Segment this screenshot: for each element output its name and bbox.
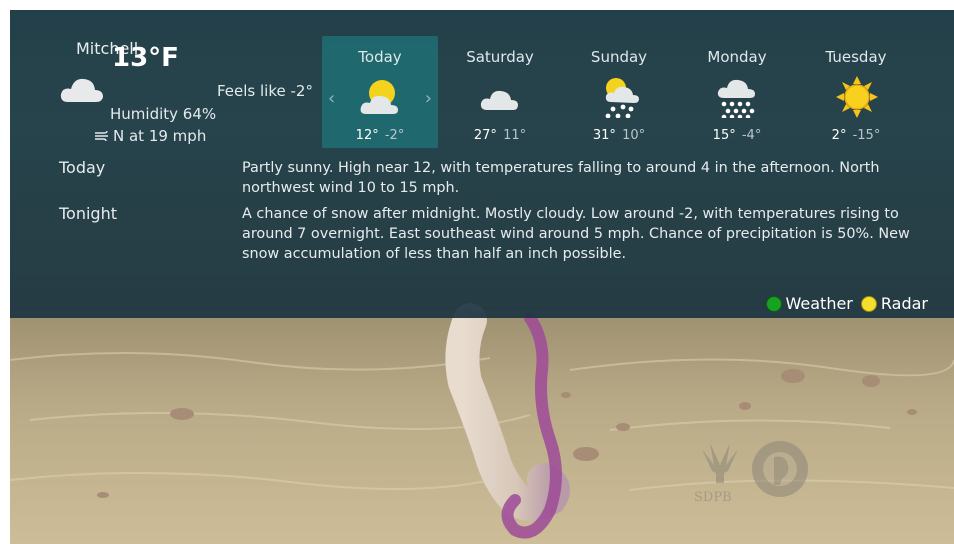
day-temps: 27° 11°: [442, 128, 558, 143]
day-name: Tuesday: [825, 48, 887, 66]
day-high: 2°: [831, 128, 847, 143]
day-card-tuesday[interactable]: Tuesday 2° -15°: [798, 36, 914, 148]
logo-text: SDPB: [694, 490, 732, 505]
day-name: Sunday: [590, 48, 648, 66]
day-card-today[interactable]: Today ‹ › 12° -2°: [322, 36, 438, 148]
humidity: Humidity 64%: [110, 105, 217, 123]
weather-button-label[interactable]: Weather: [786, 294, 853, 313]
station-logo: SDPB: [694, 441, 808, 505]
day-name: Monday: [707, 48, 767, 66]
partly-sunny-icon: [360, 80, 398, 114]
sun-snow-icon: [605, 78, 639, 118]
day-temps: 12° -2°: [322, 128, 438, 143]
day-temps: 31° 10°: [561, 128, 677, 143]
sun-icon: [836, 76, 878, 118]
yellow-button-icon[interactable]: [860, 295, 877, 312]
wind-readout: N at 19 mph: [94, 127, 206, 145]
green-button-icon[interactable]: [765, 295, 782, 312]
day-name: Today: [358, 48, 402, 66]
day-low: 11°: [503, 128, 527, 143]
day-card-saturday[interactable]: Saturday 27° 11°: [442, 36, 558, 148]
day-card-sunday[interactable]: Sunday 31° 10°: [561, 36, 677, 148]
day-card-monday[interactable]: Monday 15° -4°: [679, 36, 795, 148]
radar-button-label[interactable]: Radar: [881, 294, 928, 313]
weather-panel: Mitchell 13°F Feels like -2° Humidity 64…: [10, 10, 954, 318]
day-temps: 15° -4°: [679, 128, 795, 143]
snow-icon: [717, 79, 755, 118]
detail-label-tonight: Tonight: [59, 204, 117, 223]
detail-label-today: Today: [59, 158, 106, 177]
current-temperature: 13°F: [112, 43, 179, 73]
day-high: 27°: [473, 128, 497, 143]
detail-text-today: Partly sunny. High near 12, with tempera…: [242, 160, 880, 196]
feels-like: Feels like -2°: [217, 82, 313, 100]
day-temps: 2° -15°: [798, 128, 914, 143]
cloud-icon: [60, 78, 103, 102]
day-high: 15°: [712, 128, 736, 143]
next-arrow-icon[interactable]: ›: [425, 88, 432, 109]
day-low: -2°: [384, 128, 405, 143]
previous-arrow-icon[interactable]: ‹: [328, 88, 335, 109]
day-low: -15°: [852, 128, 881, 143]
day-high: 12°: [355, 128, 379, 143]
day-name: Saturday: [466, 48, 534, 66]
tv-screen: Mitchell 13°F Feels like -2° Humidity 64…: [10, 10, 954, 544]
cloud-icon: [480, 90, 518, 110]
day-low: -4°: [741, 128, 762, 143]
day-high: 31°: [592, 128, 616, 143]
wind-icon: [95, 130, 108, 142]
color-button-legend: Weather Radar: [762, 294, 928, 313]
wind-text: N at 19 mph: [113, 127, 207, 145]
day-low: 10°: [622, 128, 646, 143]
detail-text-tonight: A chance of snow after midnight. Mostly …: [242, 206, 910, 262]
